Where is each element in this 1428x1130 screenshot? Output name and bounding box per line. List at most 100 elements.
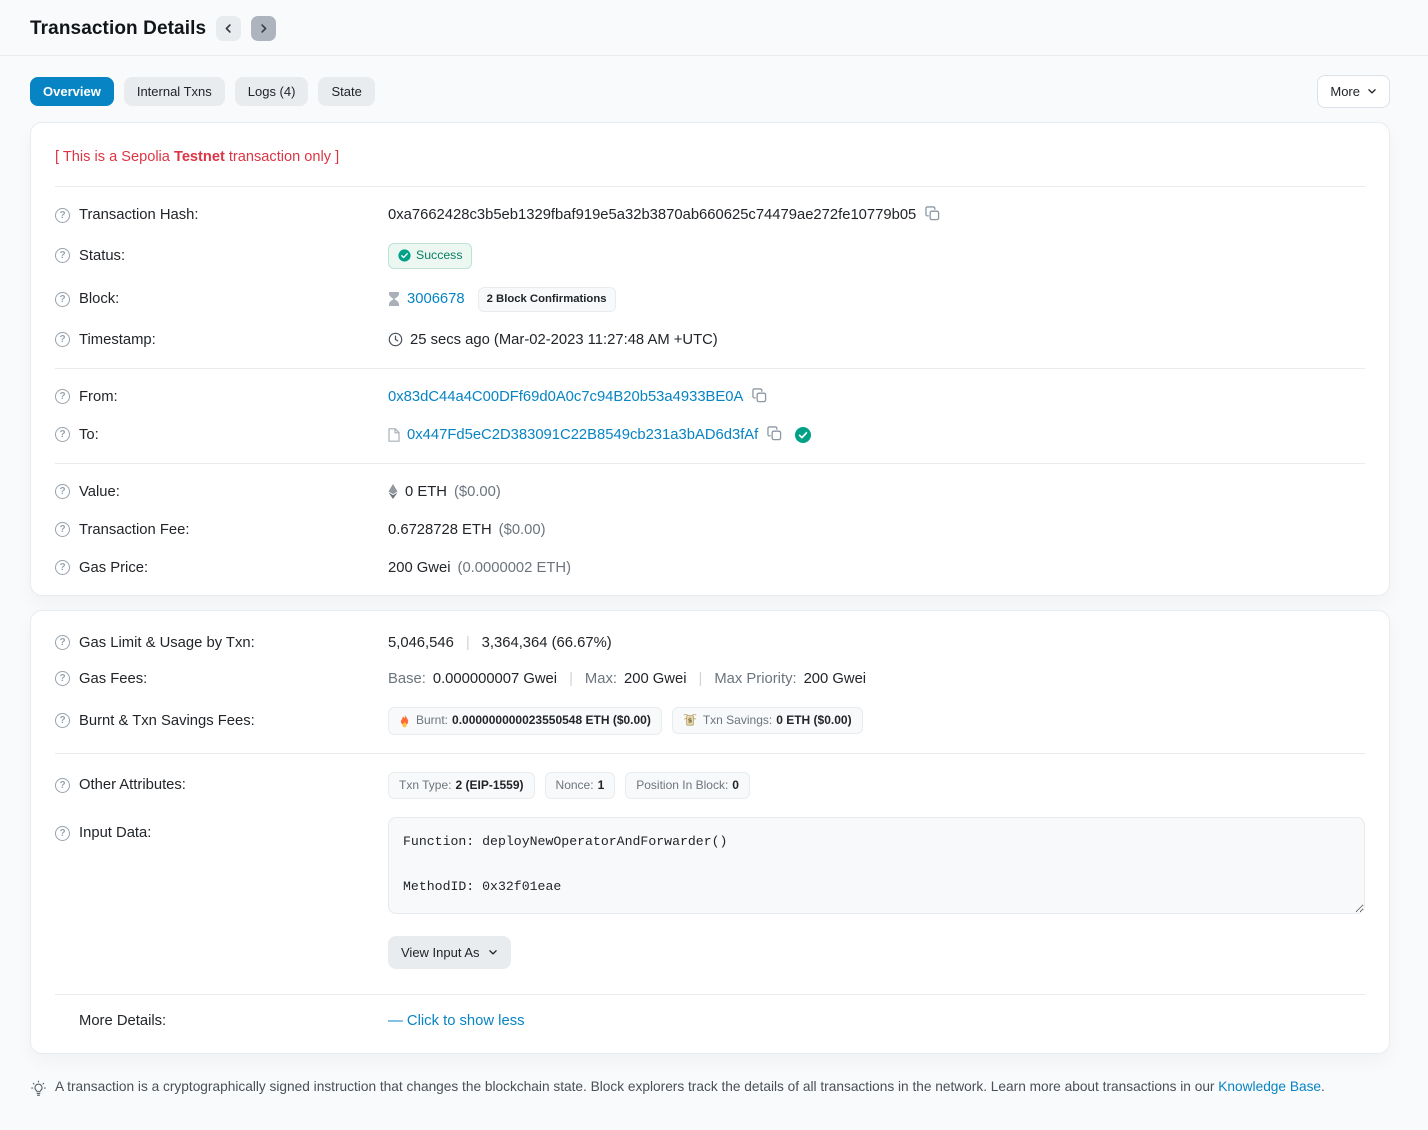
- value-amount: 0 ETH: [405, 484, 447, 500]
- tab-overview[interactable]: Overview: [30, 77, 114, 106]
- help-icon[interactable]: ?: [55, 671, 70, 686]
- tab-logs[interactable]: Logs (4): [235, 77, 309, 106]
- footer-text: A transaction is a cryptographically sig…: [55, 1079, 1325, 1094]
- max-fee-value: 200 Gwei: [624, 671, 687, 687]
- page-footer: A transaction is a cryptographically sig…: [30, 1068, 1390, 1130]
- txn-savings-badge: $ Txn Savings: 0 ETH ($0.00): [672, 707, 863, 735]
- help-icon[interactable]: ?: [55, 484, 70, 499]
- help-icon[interactable]: ?: [55, 826, 70, 841]
- knowledge-base-link[interactable]: Knowledge Base: [1218, 1079, 1321, 1094]
- row-label-text: Status:: [79, 248, 125, 264]
- position-label: Position In Block:: [636, 779, 728, 793]
- help-icon[interactable]: ?: [55, 560, 70, 575]
- row-label-text: To:: [79, 427, 99, 443]
- chevron-right-icon: [258, 23, 269, 34]
- more-dropdown-button[interactable]: More: [1317, 75, 1390, 108]
- base-fee-value: 0.000000007 Gwei: [433, 671, 557, 687]
- to-address-link[interactable]: 0x447Fd5eC2D383091C22B8549cb231a3bAD6d3f…: [407, 427, 758, 443]
- help-icon[interactable]: ?: [55, 427, 70, 442]
- row-transaction-hash: ? Transaction Hash: 0xa7662428c3b5eb1329…: [55, 196, 1365, 234]
- nonce-badge: Nonce: 1: [545, 772, 616, 800]
- txn-fee-amount: 0.6728728 ETH: [388, 522, 492, 538]
- txn-savings-label: Txn Savings:: [703, 714, 772, 728]
- gas-price-eth: (0.0000002 ETH): [458, 560, 572, 576]
- help-icon[interactable]: ?: [55, 522, 70, 537]
- view-input-as-button[interactable]: View Input As: [388, 936, 511, 969]
- max-priority-fee-label: Max Priority:: [714, 671, 796, 687]
- burnt-value: 0.000000000023550548 ETH ($0.00): [452, 714, 651, 728]
- pipe-separator: |: [461, 635, 475, 651]
- row-label-text: Timestamp:: [79, 332, 156, 348]
- row-label-text: Other Attributes:: [79, 777, 186, 793]
- help-icon[interactable]: ?: [55, 292, 70, 307]
- row-gas-fees: ? Gas Fees: Base: 0.000000007 Gwei | Max…: [55, 660, 1365, 698]
- hourglass-icon: [388, 292, 400, 306]
- divider: [55, 753, 1365, 754]
- txn-type-label: Txn Type:: [399, 779, 451, 793]
- gas-price-amount: 200 Gwei: [388, 560, 451, 576]
- row-status: ? Status: Success: [55, 234, 1365, 278]
- row-timestamp: ? Timestamp: 25 secs ago (Mar-02-2023 11…: [55, 321, 1365, 359]
- svg-text:$: $: [688, 717, 693, 725]
- input-data-textarea[interactable]: Function: deployNewOperatorAndForwarder(…: [388, 817, 1365, 914]
- contract-file-icon: [388, 428, 400, 442]
- verified-check-icon: [795, 427, 811, 443]
- pipe-separator: |: [694, 671, 708, 687]
- money-wings-icon: $: [683, 714, 697, 726]
- position-value: 0: [732, 779, 739, 793]
- row-other-attributes: ? Other Attributes: Txn Type: 2 (EIP-155…: [55, 763, 1365, 809]
- chevron-down-icon: [1367, 84, 1377, 99]
- row-label-text: Value:: [79, 484, 120, 500]
- row-gas-price: ? Gas Price: 200 Gwei (0.0000002 ETH): [55, 549, 1365, 587]
- block-confirmations-badge: 2 Block Confirmations: [478, 287, 616, 312]
- tabs-row: Overview Internal Txns Logs (4) State Mo…: [30, 56, 1390, 122]
- divider: [55, 994, 1365, 995]
- block-number-link[interactable]: 3006678: [407, 291, 465, 307]
- row-label-text: From:: [79, 389, 118, 405]
- page-title: Transaction Details: [30, 18, 206, 40]
- divider: [55, 186, 1365, 187]
- timestamp-value: 25 secs ago (Mar-02-2023 11:27:48 AM +UT…: [410, 332, 718, 348]
- row-label-text: Block:: [79, 291, 119, 307]
- gas-limit-value: 5,046,546: [388, 635, 454, 651]
- next-transaction-button[interactable]: [251, 16, 276, 41]
- help-icon[interactable]: ?: [55, 713, 70, 728]
- row-from: ? From: 0x83dC44a4C00DFf69d0A0c7c94B20b5…: [55, 378, 1365, 416]
- divider: [55, 463, 1365, 464]
- row-transaction-fee: ? Transaction Fee: 0.6728728 ETH ($0.00): [55, 511, 1365, 549]
- help-icon[interactable]: ?: [55, 778, 70, 793]
- copy-hash-button[interactable]: [923, 206, 942, 224]
- help-icon[interactable]: ?: [55, 389, 70, 404]
- help-icon[interactable]: ?: [55, 208, 70, 223]
- help-icon[interactable]: ?: [55, 332, 70, 347]
- row-label-text: Gas Price:: [79, 560, 148, 576]
- row-more-details: More Details: — Click to show less: [55, 1004, 1365, 1045]
- copy-icon: [925, 206, 940, 224]
- position-in-block-badge: Position In Block: 0: [625, 772, 750, 800]
- toggle-details-link[interactable]: — Click to show less: [388, 1013, 525, 1029]
- copy-icon: [767, 426, 782, 444]
- row-gas-limit: ? Gas Limit & Usage by Txn: 5,046,546 | …: [55, 619, 1365, 660]
- pipe-separator: |: [564, 671, 578, 687]
- copy-to-address-button[interactable]: [765, 426, 784, 444]
- prev-transaction-button[interactable]: [216, 16, 241, 41]
- help-icon[interactable]: ?: [55, 248, 70, 263]
- from-address-link[interactable]: 0x83dC44a4C00DFf69d0A0c7c94B20b53a4933BE…: [388, 389, 743, 405]
- row-burnt-savings: ? Burnt & Txn Savings Fees: Burnt: 0.000…: [55, 698, 1365, 744]
- copy-from-address-button[interactable]: [750, 388, 769, 406]
- chevron-down-icon: [488, 945, 498, 960]
- value-usd: ($0.00): [454, 484, 501, 500]
- tab-state[interactable]: State: [318, 77, 374, 106]
- row-label-text: Gas Limit & Usage by Txn:: [79, 635, 255, 651]
- status-badge: Success: [388, 243, 472, 269]
- gas-usage-value: 3,364,364 (66.67%): [482, 635, 612, 651]
- copy-icon: [752, 388, 767, 406]
- fire-icon: [399, 714, 410, 728]
- help-icon[interactable]: ?: [55, 635, 70, 650]
- row-value: ? Value: 0 ETH ($0.00): [55, 473, 1365, 511]
- chevron-left-icon: [223, 23, 234, 34]
- eth-icon: [388, 484, 398, 499]
- row-label-text: Burnt & Txn Savings Fees:: [79, 713, 255, 729]
- row-block: ? Block: 3006678 2 Block Confirmations: [55, 278, 1365, 321]
- tab-internal-txns[interactable]: Internal Txns: [124, 77, 225, 106]
